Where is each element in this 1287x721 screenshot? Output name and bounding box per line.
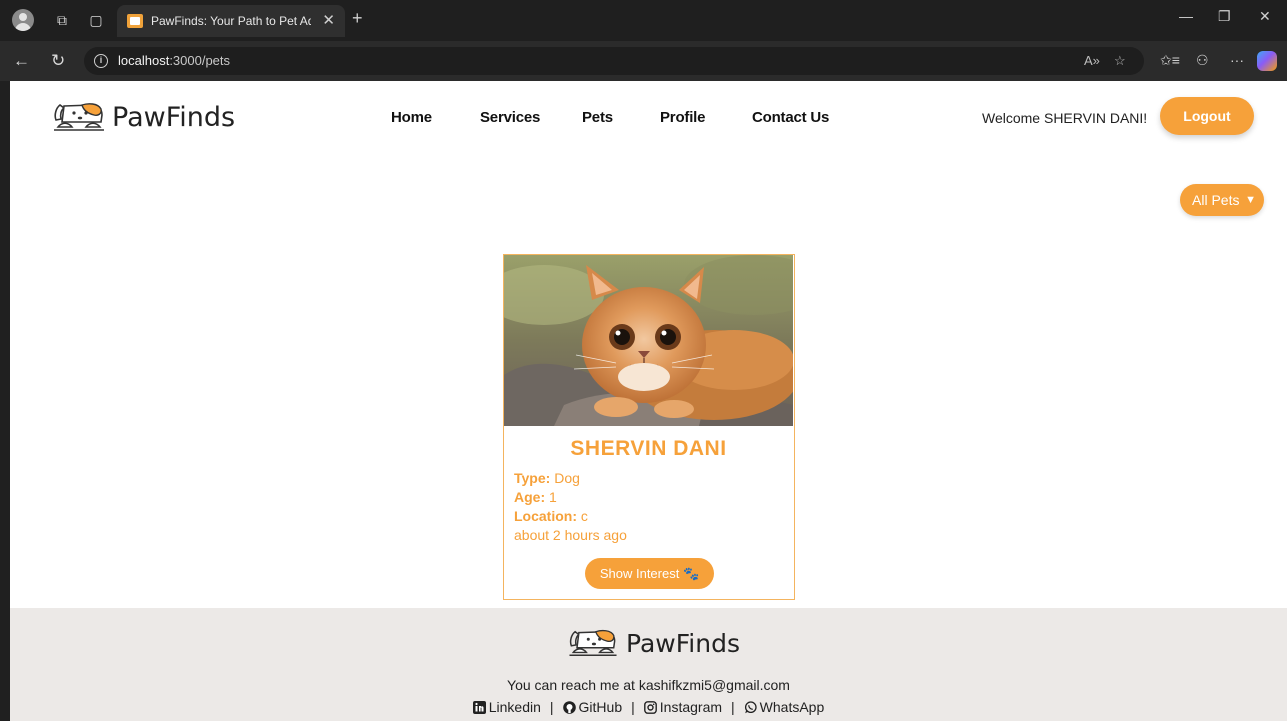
welcome-message: Welcome SHERVIN DANI! (982, 110, 1148, 126)
pet-location-value: c (580, 508, 588, 524)
whatsapp-label: WhatsApp (759, 699, 825, 715)
cat-photo-image (504, 255, 793, 426)
instagram-link[interactable]: Instagram (643, 699, 723, 715)
browser-tab[interactable]: PawFinds: Your Path to Pet Adopti ✕ (117, 5, 345, 37)
separator: | (549, 699, 554, 715)
github-icon (562, 701, 576, 714)
chevron-down-icon: ▼ (1245, 194, 1256, 206)
separator: | (631, 699, 635, 715)
paw-dog-logo-icon (569, 629, 617, 656)
tab-title: PawFinds: Your Path to Pet Adopti (151, 14, 311, 28)
profile-avatar-icon[interactable] (12, 9, 34, 31)
copilot-icon[interactable] (1257, 51, 1277, 71)
more-menu-icon[interactable]: ··· (1230, 52, 1244, 68)
address-bar-row: ← ↻ i localhost:3000/pets A» ☆ (0, 41, 1287, 81)
pet-filter-value: All Pets (1192, 192, 1240, 208)
show-interest-button[interactable]: Show Interest 🐾 (585, 558, 714, 589)
pet-posted-time: about 2 hours ago (514, 527, 627, 543)
nav-home[interactable]: Home (391, 109, 432, 126)
pet-card: SHERVIN DANI Type: Dog Age: 1 Location: … (503, 254, 795, 600)
social-links: Linkedin | GitHub | Instagram | WhatsApp (10, 699, 1287, 715)
github-link[interactable]: GitHub (562, 699, 623, 715)
tab-actions-icon[interactable]: ▢ (86, 10, 106, 30)
extensions-icon[interactable]: ⚇ (1196, 52, 1209, 69)
linkedin-link[interactable]: Linkedin (472, 699, 541, 715)
linkedin-icon (472, 701, 486, 714)
instagram-icon (643, 701, 657, 714)
site-brand: PawFinds (112, 101, 236, 133)
footer-brand: PawFinds (626, 628, 740, 658)
site-info-icon[interactable]: i (94, 54, 108, 68)
minimize-icon[interactable]: — (1179, 8, 1193, 24)
linkedin-label: Linkedin (488, 699, 541, 715)
paw-dog-logo-icon (54, 103, 104, 131)
pet-age-value: 1 (549, 489, 557, 505)
pet-location: Location: c (514, 508, 588, 524)
favorites-icon[interactable]: ✩≡ (1160, 52, 1180, 69)
workspaces-icon[interactable]: ⧉ (52, 10, 72, 30)
close-window-icon[interactable]: ✕ (1259, 8, 1271, 25)
favorite-star-icon[interactable]: ☆ (1114, 53, 1126, 69)
whatsapp-link[interactable]: WhatsApp (744, 699, 825, 715)
nav-services[interactable]: Services (480, 109, 540, 126)
footer-logo[interactable]: PawFinds (566, 626, 740, 660)
pet-type: Type: Dog (514, 470, 580, 486)
github-label: GitHub (578, 699, 623, 715)
pet-name: SHERVIN DANI (570, 437, 727, 460)
site-logo[interactable]: PawFinds (52, 99, 235, 135)
pet-photo (504, 255, 793, 426)
logout-button[interactable]: Logout (1160, 97, 1254, 135)
favicon-icon (127, 14, 143, 28)
pet-type-label: Type: (514, 470, 551, 486)
footer-contact: You can reach me at kashifkzmi5@gmail.co… (507, 677, 790, 693)
url-text: localhost:3000/pets (118, 53, 230, 68)
page-viewport: PawFinds Home Services Pets Profile Cont… (10, 81, 1287, 721)
back-icon[interactable]: ← (13, 51, 30, 71)
close-tab-icon[interactable]: ✕ (322, 11, 335, 29)
restore-icon[interactable]: ❐ (1218, 8, 1231, 25)
nav-pets[interactable]: Pets (582, 109, 613, 126)
refresh-icon[interactable]: ↻ (51, 51, 65, 71)
site-header: PawFinds Home Services Pets Profile Cont… (10, 81, 1287, 156)
nav-profile[interactable]: Profile (660, 109, 705, 126)
separator: | (731, 699, 735, 715)
show-interest-label: Show Interest (599, 565, 680, 581)
paw-icon: 🐾 (682, 565, 700, 581)
pet-type-value: Dog (554, 470, 580, 486)
pet-age-label: Age: (514, 489, 546, 505)
pet-filter-select[interactable]: All Pets ▼ (1180, 184, 1264, 216)
pet-location-label: Location: (514, 508, 577, 524)
url-path: :3000/pets (169, 53, 231, 68)
pet-age: Age: 1 (514, 489, 557, 505)
site-footer: PawFinds You can reach me at kashifkzmi5… (10, 608, 1287, 721)
instagram-label: Instagram (659, 699, 723, 715)
browser-tab-bar: ⧉ ▢ PawFinds: Your Path to Pet Adopti ✕ … (0, 0, 1287, 41)
read-aloud-icon[interactable]: A» (1084, 53, 1100, 68)
whatsapp-icon (744, 701, 757, 714)
nav-contact-us[interactable]: Contact Us (752, 109, 829, 126)
url-host: localhost (118, 53, 170, 68)
address-bar[interactable]: i localhost:3000/pets A» ☆ (84, 47, 1144, 75)
new-tab-icon[interactable]: + (352, 8, 363, 29)
